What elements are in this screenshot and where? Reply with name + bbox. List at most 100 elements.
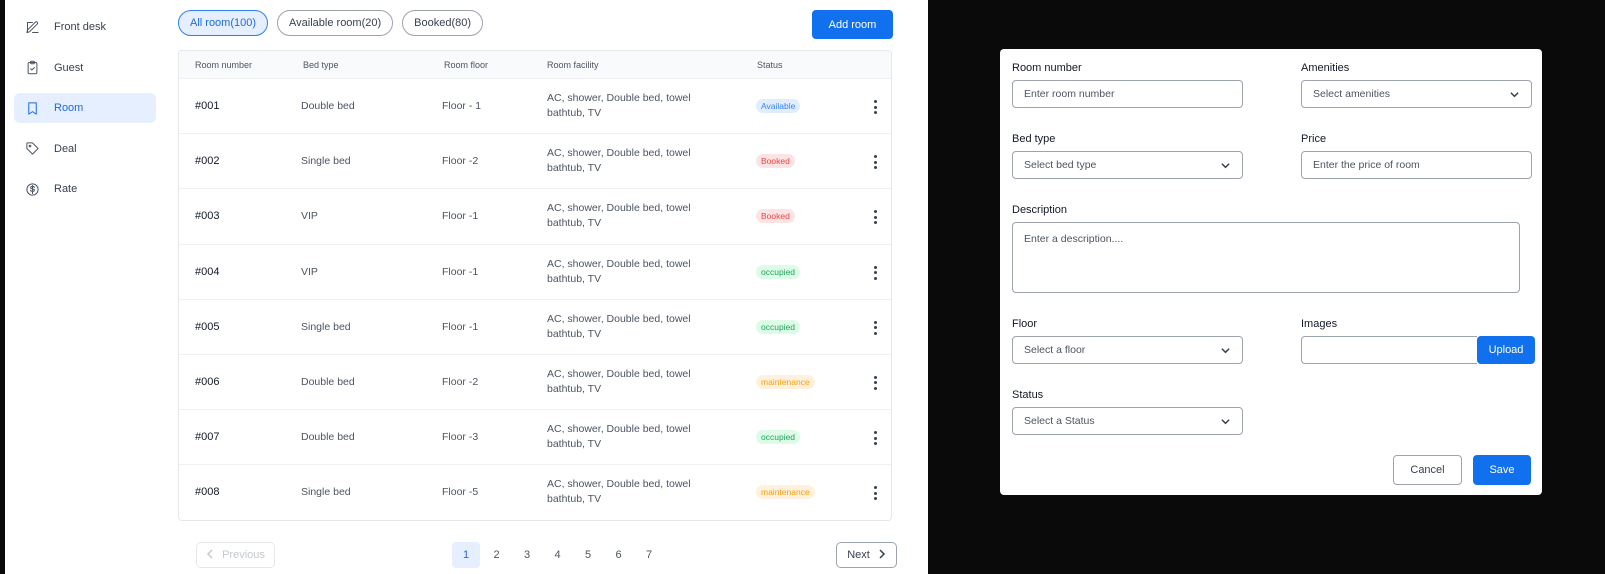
table-row[interactable]: #002 Single bed Floor -2 AC, shower, Double…: [179, 134, 891, 190]
sidebar-item-label: Deal: [54, 142, 77, 155]
previous-page-button[interactable]: Previous: [196, 542, 275, 568]
bed-type-cell: Double bed: [301, 100, 355, 112]
add-room-button[interactable]: Add room: [812, 10, 893, 39]
chevron-down-icon: [1221, 417, 1230, 426]
room-number-cell: #006: [195, 375, 220, 388]
more-options-icon[interactable]: [869, 319, 881, 337]
room-floor-cell: Floor -2: [442, 155, 479, 168]
next-label: Next: [847, 549, 870, 561]
description-textarea[interactable]: Enter a description....: [1012, 222, 1520, 293]
page-number-button[interactable]: 3: [513, 542, 541, 568]
page-number-button[interactable]: 6: [605, 542, 633, 568]
status-badge: Booked: [756, 209, 795, 224]
room-facility-cell: AC, shower, Double bed, towel bathtub, T…: [547, 312, 691, 340]
amenities-select[interactable]: Select amenities: [1301, 80, 1532, 108]
images-file-input[interactable]: [1301, 336, 1477, 364]
room-management-panel: Front desk Guest Room Deal Rate All room…: [5, 0, 928, 574]
status-select[interactable]: Select a Status: [1012, 407, 1243, 435]
more-options-icon[interactable]: [869, 153, 881, 171]
bed-type-cell: Single bed: [301, 486, 351, 499]
tab-all-room[interactable]: All room(100): [178, 10, 269, 36]
table-row[interactable]: #001 Double bed Floor - 1 AC, shower, Doubl…: [179, 79, 891, 135]
room-floor-cell: Floor - 1: [442, 100, 482, 112]
status-badge: occupied: [756, 319, 801, 334]
next-page-button[interactable]: Next: [836, 542, 897, 568]
bed-type-placeholder: Select bed type: [1024, 159, 1097, 171]
clipboard-icon: [24, 60, 40, 76]
table-row[interactable]: #005 Single bed Floor -1 AC, shower, Double…: [179, 300, 891, 355]
tab-booked[interactable]: Booked(80): [402, 10, 484, 36]
table-row[interactable]: #008 Single bed Floor -5 AC, shower, Double…: [179, 465, 891, 520]
room-number-input[interactable]: Enter room number: [1012, 80, 1243, 108]
save-button[interactable]: Save: [1473, 455, 1531, 485]
column-header-room-floor: Room floor: [444, 60, 489, 70]
status-badge: maintenance: [756, 374, 815, 389]
bookmark-icon: [24, 100, 40, 116]
status-badge: occupied: [756, 430, 801, 445]
status-badge: Booked: [756, 154, 795, 169]
column-header-room-number: Room number: [195, 60, 253, 70]
room-filter-tabs: All room(100) Available room(20) Booked(…: [178, 10, 484, 36]
bed-type-cell: Single bed: [301, 155, 351, 168]
page-number-button[interactable]: 2: [483, 542, 511, 568]
page-number-button[interactable]: 4: [544, 542, 572, 568]
room-number-cell: #002: [195, 155, 220, 168]
column-header-status: Status: [757, 60, 783, 70]
room-facility-cell: AC, shower, Double bed, towel bathtub, T…: [547, 423, 691, 451]
price-placeholder: Enter the price of room: [1313, 159, 1420, 171]
more-options-icon[interactable]: [869, 264, 881, 282]
more-options-icon[interactable]: [869, 484, 881, 502]
sidebar-item-room[interactable]: Room: [14, 93, 156, 123]
floor-select[interactable]: Select a floor: [1012, 336, 1243, 364]
bed-type-select[interactable]: Select bed type: [1012, 151, 1243, 179]
room-number-cell: #003: [195, 210, 220, 223]
sidebar: Front desk Guest Room Deal Rate: [14, 12, 156, 215]
room-number-placeholder: Enter room number: [1024, 88, 1115, 100]
bed-type-cell: Double bed: [301, 375, 355, 388]
page-number-button[interactable]: 5: [574, 542, 602, 568]
room-floor-cell: Floor -2: [442, 375, 479, 388]
sidebar-item-label: Guest: [54, 61, 84, 74]
room-table: Room number Bed type Room floor Room fac…: [178, 50, 892, 521]
amenities-placeholder: Select amenities: [1313, 88, 1391, 100]
page-number-button[interactable]: 7: [635, 542, 663, 568]
table-header: Room number Bed type Room floor Room fac…: [179, 51, 891, 79]
room-floor-cell: Floor -3: [442, 431, 479, 444]
floor-placeholder: Select a floor: [1024, 344, 1086, 356]
room-facility-cell: AC, shower, Double bed, towel bathtub, T…: [547, 478, 691, 506]
table-row[interactable]: #007 Double bed Floor -3 AC, shower, Double…: [179, 410, 891, 466]
more-options-icon[interactable]: [869, 208, 881, 226]
price-label: Price: [1301, 133, 1327, 145]
bed-type-cell: VIP: [301, 265, 318, 278]
sidebar-item-deal[interactable]: Deal: [14, 134, 156, 164]
page-number-button[interactable]: 1: [452, 542, 480, 568]
edit-icon: [24, 19, 40, 35]
sidebar-item-rate[interactable]: Rate: [14, 174, 156, 204]
sidebar-item-label: Room: [54, 102, 84, 114]
bed-type-cell: VIP: [301, 210, 318, 223]
status-badge: maintenance: [756, 485, 815, 500]
status-label: Status: [1012, 389, 1044, 401]
add-room-modal: Room number Enter room number Amenities …: [1000, 49, 1542, 495]
more-options-icon[interactable]: [869, 429, 881, 447]
more-options-icon[interactable]: [869, 374, 881, 392]
status-badge: occupied: [756, 264, 801, 279]
room-facility-cell: AC, shower, Double bed, towel bathtub, T…: [547, 92, 691, 119]
price-input[interactable]: Enter the price of room: [1301, 151, 1532, 179]
table-row[interactable]: #006 Double bed Floor -2 AC, shower, Double…: [179, 355, 891, 411]
room-floor-cell: Floor -1: [442, 210, 479, 223]
sidebar-item-front-desk[interactable]: Front desk: [14, 12, 156, 42]
table-row[interactable]: #004 VIP Floor -1 AC, shower, Double bed, t…: [179, 245, 891, 300]
upload-button[interactable]: Upload: [1477, 336, 1535, 364]
room-number-cell: #005: [195, 320, 220, 333]
cancel-button[interactable]: Cancel: [1393, 455, 1462, 485]
sidebar-item-label: Rate: [54, 183, 78, 195]
chevron-left-icon: [206, 548, 214, 562]
more-options-icon[interactable]: [869, 98, 881, 116]
table-row[interactable]: #003 VIP Floor -1 AC, shower, Double bed, t…: [179, 189, 891, 245]
room-number-cell: #004: [195, 265, 220, 278]
bed-type-label: Bed type: [1012, 133, 1056, 145]
tab-available-room[interactable]: Available room(20): [277, 10, 394, 36]
floor-label: Floor: [1012, 318, 1038, 330]
sidebar-item-guest[interactable]: Guest: [14, 53, 156, 83]
